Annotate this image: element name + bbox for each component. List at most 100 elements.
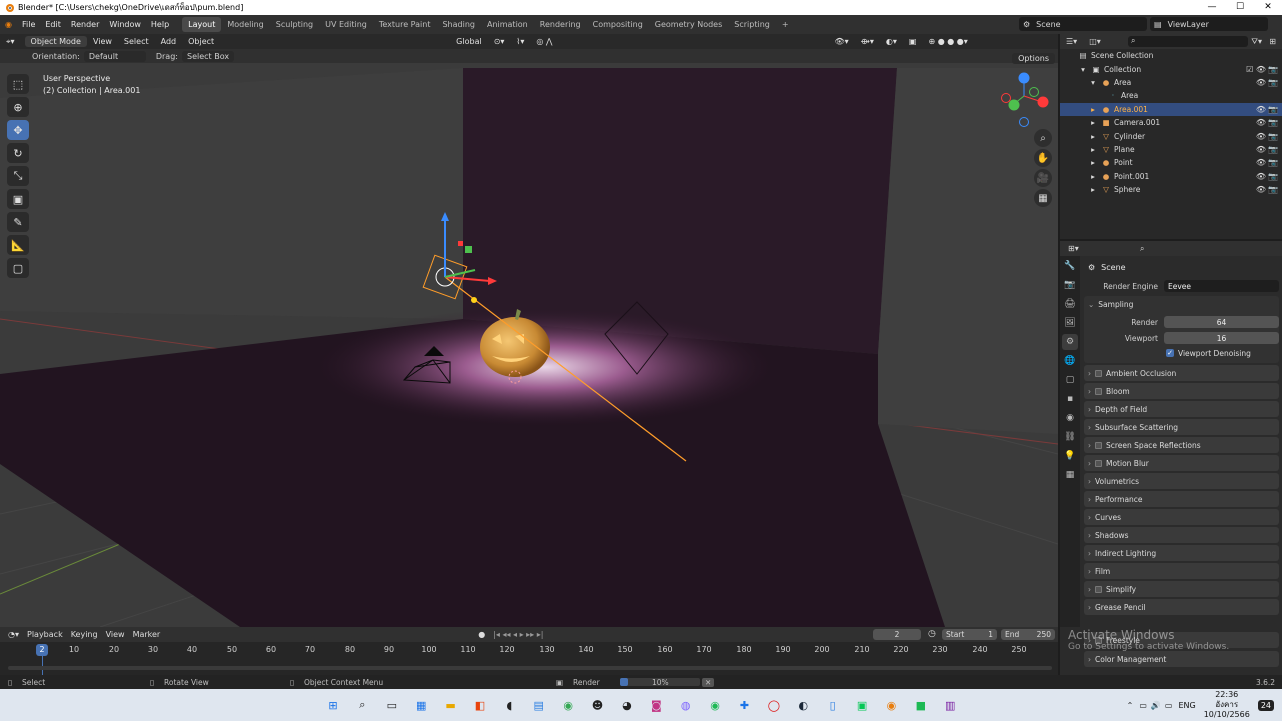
new-collection-icon[interactable]: ⊞ [1269, 37, 1276, 46]
properties-panel[interactable]: ⊞▾ ⌕ 🔧 📷 🖨 🖼 ⚙ 🌐 ▢ ▪ ◉ ⛓ 💡 ▦ ⚙ Scene Ren… [1060, 241, 1282, 627]
winrar-icon[interactable]: ▥ [939, 694, 961, 716]
tab-rendering[interactable]: Rendering [534, 17, 587, 32]
panel-checkbox[interactable] [1095, 585, 1102, 593]
expand-arrow-icon[interactable]: ▸ [1088, 145, 1098, 154]
visibility-eye-icon[interactable]: 👁 [1256, 118, 1266, 127]
render-toggle-icon[interactable]: 📷 [1268, 158, 1278, 167]
app-icon[interactable]: ✚ [733, 694, 755, 716]
outliner-row-sphere[interactable]: ▸ ▽ Sphere 👁 📷 [1060, 183, 1282, 196]
search-icon[interactable]: ⌕ [351, 694, 373, 716]
menu-add[interactable]: Add [155, 37, 183, 46]
overlay-toggle-icon[interactable]: ◐▾ [880, 37, 903, 46]
view-layer-tab-icon[interactable]: 🖼 [1062, 315, 1078, 331]
panel-bloom[interactable]: › Bloom [1084, 383, 1279, 399]
outliner-row-cylinder[interactable]: ▸ ▽ Cylinder 👁 📷 [1060, 129, 1282, 142]
panel-motion-blur[interactable]: › Motion Blur [1084, 455, 1279, 471]
viewlayer-selector[interactable]: ▤ ViewLayer [1150, 17, 1268, 31]
expand-arrow-icon[interactable]: ▸ [1088, 132, 1098, 141]
expand-arrow-icon[interactable]: ▾ [1078, 65, 1088, 74]
expand-arrow-icon[interactable]: ▸ [1088, 185, 1098, 194]
menu-view[interactable]: View [87, 37, 118, 46]
tab-animation[interactable]: Animation [481, 17, 534, 32]
menu-marker[interactable]: Marker [129, 630, 165, 639]
panel-checkbox[interactable] [1095, 441, 1102, 449]
3d-viewport[interactable]: ⌖▾ Object Mode View Select Add Object Gl… [0, 34, 1058, 627]
render-toggle-icon[interactable]: 📷 [1268, 172, 1278, 181]
drag-dropdown[interactable]: Select Box [181, 50, 235, 62]
start-frame-field[interactable]: Start 1 [942, 629, 997, 640]
line-icon[interactable]: ▣ [851, 694, 873, 716]
add-workspace-button[interactable]: + [776, 17, 795, 32]
panel-checkbox[interactable] [1095, 369, 1102, 377]
office-icon[interactable]: ◧ [469, 694, 491, 716]
spotify-icon[interactable]: ◉ [704, 694, 726, 716]
outliner-panel[interactable]: ☰▾ ◫▾ ⌕ ⛛▾ ⊞ ▤ Scene Collection ▾ ▣ Coll… [1060, 34, 1282, 239]
panel-depth-of-field[interactable]: › Depth of Field [1084, 401, 1279, 417]
menu-window[interactable]: Window [104, 20, 146, 29]
menu-help[interactable]: Help [146, 20, 174, 29]
notification-badge[interactable]: 24 [1257, 699, 1274, 711]
photos-icon[interactable]: ▤ [528, 694, 550, 716]
visibility-eye-icon[interactable]: 👁 [1256, 185, 1266, 194]
outliner-row-area-001[interactable]: ▸ ● Area.001 👁 📷 [1060, 102, 1282, 116]
task-view-icon[interactable]: ▭ [381, 694, 403, 716]
outliner-search-input[interactable]: ⌕ [1128, 36, 1248, 47]
visibility-eye-icon[interactable]: 👁 [1256, 158, 1266, 167]
render-toggle-icon[interactable]: 📷 [1268, 132, 1278, 141]
menu-edit[interactable]: Edit [40, 20, 66, 29]
github-icon[interactable]: ◕ [616, 694, 638, 716]
tab-texture-paint[interactable]: Texture Paint [373, 17, 437, 32]
menu-keying[interactable]: Keying [67, 630, 102, 639]
panel-performance[interactable]: › Performance [1084, 491, 1279, 507]
language-indicator[interactable]: ENG [1178, 701, 1195, 710]
object-tab-icon[interactable]: ▪ [1062, 391, 1078, 407]
panel-indirect-lighting[interactable]: › Indirect Lighting [1084, 545, 1279, 561]
visibility-eye-icon[interactable]: 👁 [1256, 105, 1266, 114]
rotate-tool-icon[interactable]: ↻ [7, 143, 29, 163]
constraints-tab-icon[interactable]: ⛓ [1062, 429, 1078, 445]
panel-curves[interactable]: › Curves [1084, 509, 1279, 525]
visibility-eye-icon[interactable]: 👁 [1256, 172, 1266, 181]
tab-scripting[interactable]: Scripting [728, 17, 776, 32]
proportional-edit-icon[interactable]: ◎ ⋀ [530, 37, 558, 46]
battery-icon[interactable]: ▭ [1165, 701, 1173, 710]
tab-compositing[interactable]: Compositing [587, 17, 649, 32]
outliner-root[interactable]: ▤ Scene Collection [1060, 49, 1282, 62]
menu-select[interactable]: Select [118, 37, 155, 46]
expand-arrow-icon[interactable]: ▾ [1088, 78, 1098, 87]
zoom-icon[interactable]: ⌕ [1034, 129, 1052, 147]
transform-orientation[interactable]: Global [450, 37, 488, 46]
outliner-row-point-001[interactable]: ▸ ● Point.001 👁 📷 [1060, 170, 1282, 183]
scene-selector[interactable]: ⚙ Scene [1019, 17, 1147, 31]
light-handle[interactable] [471, 297, 477, 303]
panel-simplify[interactable]: › Simplify [1084, 581, 1279, 597]
record-icon[interactable]: ● [474, 630, 489, 639]
tab-modeling[interactable]: Modeling [221, 17, 269, 32]
visibility-eye-icon[interactable]: 👁 [1256, 145, 1266, 154]
expand-arrow-icon[interactable]: ▸ [1088, 118, 1098, 127]
instagram-icon[interactable]: ◙ [645, 694, 667, 716]
windows-start-icon[interactable]: ⊞ [322, 694, 344, 716]
transform-tool-icon[interactable]: ▣ [7, 189, 29, 209]
cursor-tool-icon[interactable]: ⊕ [7, 97, 29, 117]
render-samples-field[interactable]: 64 [1164, 316, 1279, 328]
render-toggle-icon[interactable]: 📷 [1268, 118, 1278, 127]
panel-shadows[interactable]: › Shadows [1084, 527, 1279, 543]
viewport-denoising-row[interactable]: ✓ Viewport Denoising [1084, 346, 1279, 360]
camera-view-icon[interactable]: 🎥 [1034, 169, 1052, 187]
network-icon[interactable]: ▭ [1139, 701, 1147, 710]
panel-film[interactable]: › Film [1084, 563, 1279, 579]
tab-shading[interactable]: Shading [436, 17, 481, 32]
menu-render[interactable]: Render [66, 20, 104, 29]
outliner-row-area[interactable]: ▾ ● Area 👁 📷 [1060, 76, 1282, 89]
xray-icon[interactable]: ▣ [903, 37, 923, 46]
widgets-icon[interactable]: ▦ [410, 694, 432, 716]
filter-icon[interactable]: ⛛▾ [1251, 37, 1262, 47]
tool-tab-icon[interactable]: 🔧 [1062, 258, 1078, 274]
clock-icon[interactable]: ◷ [928, 629, 936, 639]
current-frame-indicator[interactable]: 2 [36, 644, 48, 656]
shading-mode-icons[interactable]: ⊕ ● ● ●▾ [922, 37, 973, 46]
render-tab-icon[interactable]: 📷 [1062, 277, 1078, 293]
steam-icon[interactable]: ◐ [792, 694, 814, 716]
add-cube-tool-icon[interactable]: ▢ [7, 258, 29, 278]
